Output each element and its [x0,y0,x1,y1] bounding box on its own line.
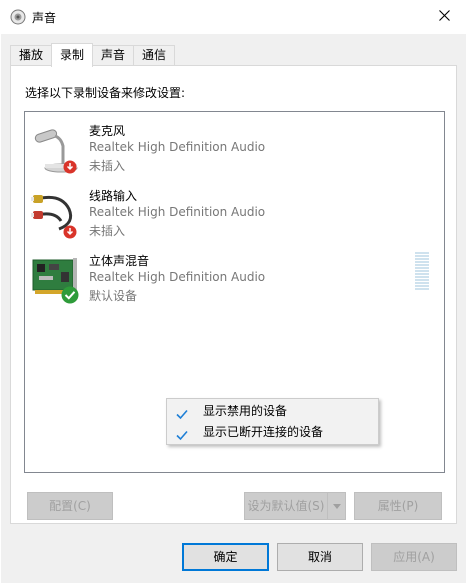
menu-item-label: 显示禁用的设备 [203,404,288,418]
speaker-icon [10,9,26,25]
device-status: 未插入 [89,224,126,238]
device-status: 未插入 [89,159,126,173]
tab-recording[interactable]: 录制 [51,43,94,67]
close-button[interactable] [421,0,467,34]
microphone-icon [31,120,79,176]
ok-button[interactable]: 确定 [182,543,269,571]
default-check-badge-icon [61,286,79,307]
title-bar: 声音 [0,0,467,34]
configure-button[interactable]: 配置(C) [27,492,113,520]
audio-level-meter [415,252,429,292]
device-name: 麦克风 [89,124,126,138]
recording-tab-panel: 选择以下录制设备来修改设置: 麦克风 Realtek High Definiti… [10,65,457,524]
tab-communications[interactable]: 通信 [133,45,176,66]
properties-button[interactable]: 属性(P) [354,492,442,520]
device-driver: Realtek High Definition Audio [89,270,266,284]
instruction-text: 选择以下录制设备来修改设置: [25,86,186,100]
checkmark-icon [176,427,188,441]
device-name: 立体声混音 [89,254,150,268]
device-driver: Realtek High Definition Audio [89,205,266,219]
cancel-button[interactable]: 取消 [277,543,363,571]
menu-item-label: 显示已断开连接的设备 [203,425,324,439]
device-status: 默认设备 [89,289,138,303]
close-icon [438,10,450,24]
set-default-button[interactable]: 设为默认值(S) [244,492,346,520]
chevron-down-icon[interactable] [327,493,345,519]
unplugged-badge-icon [63,225,77,242]
sound-card-icon [31,250,79,306]
line-in-cable-icon [31,185,79,241]
device-item-microphone[interactable]: 麦克风 Realtek High Definition Audio 未插入 [25,116,444,180]
dialog-client-area: 播放 录制 声音 通信 选择以下录制设备来修改设置: 麦克风 Realtek H… [1,34,466,583]
tab-sounds[interactable]: 声音 [92,45,135,66]
apply-button[interactable]: 应用(A) [371,543,457,571]
checkmark-icon [176,406,188,420]
unplugged-badge-icon [63,160,77,177]
set-default-label: 设为默认值(S) [247,499,325,513]
menu-item-show-disabled-devices[interactable]: 显示禁用的设备 [167,401,378,422]
menu-item-show-disconnected-devices[interactable]: 显示已断开连接的设备 [167,422,378,443]
device-item-stereo-mix[interactable]: 立体声混音 Realtek High Definition Audio 默认设备 [25,246,444,310]
context-menu: 显示禁用的设备 显示已断开连接的设备 [166,398,379,445]
window-title: 声音 [32,11,57,25]
tab-playback[interactable]: 播放 [10,45,53,66]
device-driver: Realtek High Definition Audio [89,140,266,154]
tab-strip: 播放 录制 声音 通信 [10,43,176,67]
device-name: 线路输入 [89,189,138,203]
device-item-line-in[interactable]: 线路输入 Realtek High Definition Audio 未插入 [25,181,444,245]
